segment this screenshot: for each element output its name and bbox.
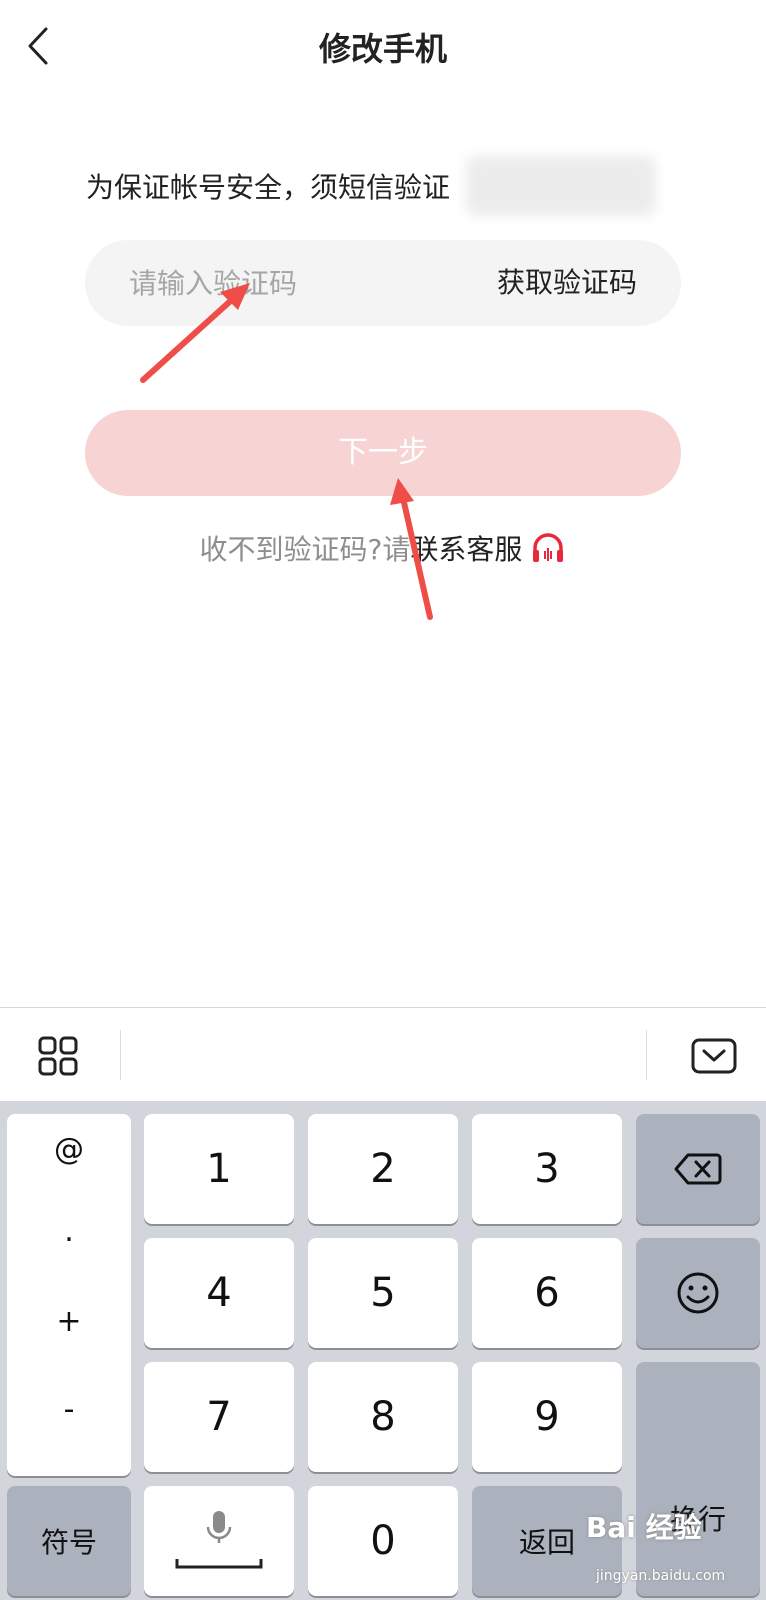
- blurred-phone-number: [466, 156, 656, 216]
- backspace-key[interactable]: [636, 1114, 760, 1224]
- enter-key[interactable]: 换行: [636, 1362, 760, 1596]
- get-code-button[interactable]: 获取验证码: [497, 240, 637, 326]
- key-2[interactable]: 2: [308, 1114, 458, 1224]
- watermark-url: jingyan.baidu.com: [596, 1568, 726, 1584]
- symbol-key-minus[interactable]: -: [7, 1392, 131, 1427]
- symbol-key-plus[interactable]: +: [7, 1304, 131, 1339]
- symbols-key[interactable]: 符号: [7, 1486, 131, 1596]
- contact-support-link[interactable]: 联系客服: [410, 533, 522, 566]
- toolbar-divider: [120, 1030, 121, 1080]
- key-8[interactable]: 8: [308, 1362, 458, 1472]
- verification-hint: 为保证帐号安全，须短信验证: [86, 171, 451, 204]
- backspace-icon: [674, 1153, 722, 1185]
- support-prefix: 收不到验证码?请: [199, 533, 411, 566]
- key-4[interactable]: 4: [144, 1238, 294, 1348]
- grid-icon[interactable]: [30, 1028, 86, 1084]
- key-9[interactable]: 9: [472, 1362, 622, 1472]
- microphone-icon: [175, 1511, 263, 1569]
- support-line: 收不到验证码?请联系客服: [0, 528, 766, 572]
- key-0[interactable]: 0: [308, 1486, 458, 1596]
- symbol-key-dot[interactable]: .: [7, 1214, 131, 1249]
- nav-bar: 修改手机: [0, 0, 766, 96]
- code-input[interactable]: [129, 240, 449, 326]
- page-title: 修改手机: [318, 30, 447, 68]
- key-7[interactable]: 7: [144, 1362, 294, 1472]
- key-5[interactable]: 5: [308, 1238, 458, 1348]
- hide-keyboard-icon[interactable]: [686, 1028, 742, 1084]
- symbol-column: @ . + -: [7, 1114, 131, 1476]
- toolbar-divider: [646, 1030, 647, 1080]
- emoji-key[interactable]: [636, 1238, 760, 1348]
- voice-space-key[interactable]: [144, 1486, 294, 1596]
- code-field-row: 获取验证码: [85, 240, 681, 326]
- next-button[interactable]: 下一步: [85, 410, 681, 496]
- headset-icon[interactable]: [530, 531, 566, 572]
- key-6[interactable]: 6: [472, 1238, 622, 1348]
- key-3[interactable]: 3: [472, 1114, 622, 1224]
- smiley-icon: [677, 1272, 719, 1314]
- keyboard-toolbar: [0, 1007, 766, 1101]
- annotation-arrows: [140, 283, 433, 620]
- watermark-logo: Bai 经验: [586, 1511, 702, 1544]
- key-1[interactable]: 1: [144, 1114, 294, 1224]
- symbol-key-at[interactable]: @: [7, 1132, 131, 1167]
